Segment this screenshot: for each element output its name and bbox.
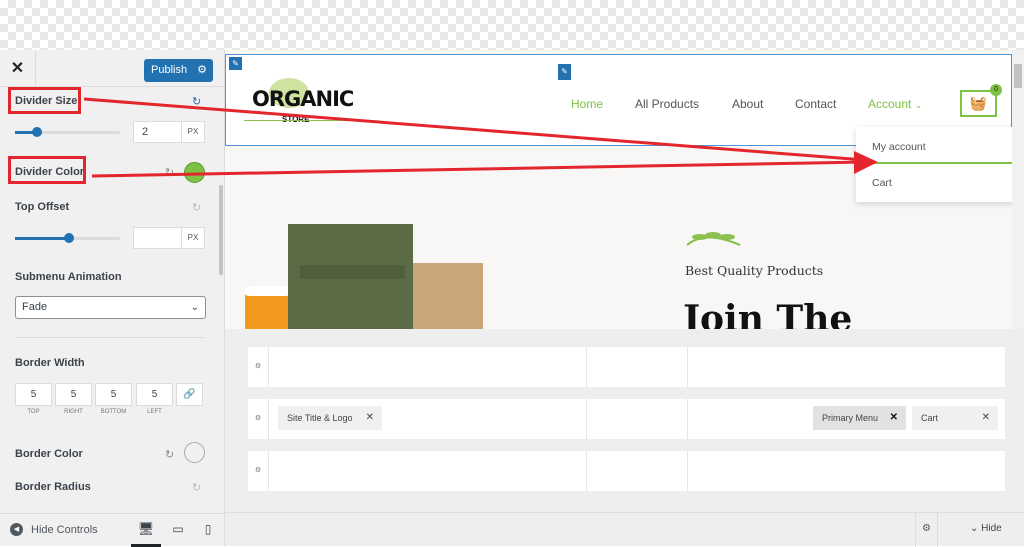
desktop-icon[interactable]: 🖥 (131, 514, 161, 547)
chip-site-title-logo[interactable]: Site Title & Logo ✕ (278, 406, 382, 430)
side-label: LEFT (147, 409, 162, 415)
nav-account[interactable]: Account ⌄ (868, 97, 922, 111)
cart-button[interactable]: 🧺 0 (960, 84, 1002, 117)
chip-label: Primary Menu (822, 413, 879, 423)
chip-cart[interactable]: Cart ✕ (912, 406, 998, 430)
edit-pencil-icon[interactable]: ✎ (558, 64, 571, 80)
mobile-icon[interactable]: ▯ (198, 514, 218, 547)
builder-footer: ⚙ ⌄ Hide (225, 512, 1024, 547)
reset-icon[interactable]: ↻ (192, 201, 201, 214)
publish-label: Publish (151, 64, 188, 76)
submenu-cart[interactable]: Cart (872, 177, 892, 189)
border-right-input[interactable]: 5 (55, 383, 92, 406)
border-width-label: Border Width (15, 357, 85, 369)
chevron-down-icon: ⌄ (914, 100, 923, 110)
top-offset-input[interactable]: PX (133, 227, 205, 249)
close-button[interactable]: ✕ (0, 50, 36, 87)
side-label: BOTTOM (100, 409, 127, 415)
unit-label: PX (181, 122, 204, 142)
nav-contact[interactable]: Contact (795, 97, 836, 111)
gear-icon[interactable]: ⚙ (197, 59, 207, 82)
divider-color-swatch[interactable] (184, 162, 205, 183)
preview-scrollbar[interactable] (1012, 50, 1024, 329)
submenu-my-account[interactable]: My account (872, 141, 926, 153)
customizer-sidebar: ✕ Publish ⚙ Divider Size ↻ 2 PX Divider Co… (0, 50, 225, 547)
hide-builder-button[interactable]: ⌄ Hide (970, 523, 1002, 534)
builder-row-main: ⚙ Site Title & Logo ✕ Primary Menu ✕ Cart ✕ (248, 399, 1005, 439)
border-color-swatch[interactable] (184, 442, 205, 463)
row-settings-icon[interactable]: ⚙ (248, 399, 269, 439)
selected-value: Fade (22, 301, 48, 313)
link-icon[interactable]: 🔗 (176, 383, 203, 406)
chevron-down-icon: ⌄ (970, 523, 982, 534)
slider-handle[interactable] (32, 127, 42, 137)
account-submenu: My account Cart (856, 127, 1016, 202)
submenu-divider (856, 162, 1016, 164)
basket-icon: 🧺 (969, 95, 988, 111)
collapse-icon[interactable]: ◀ (10, 523, 23, 536)
remove-icon[interactable]: ✕ (890, 406, 898, 430)
border-left-input[interactable]: 5 (136, 383, 173, 406)
submenu-animation-select[interactable]: Fade ⌄ (15, 296, 206, 319)
builder-row-top: ⚙ (248, 347, 1005, 387)
divider (15, 337, 205, 338)
logo-text: ORGANIC (252, 87, 354, 111)
divider-size-label: Divider Size (15, 95, 78, 107)
transparent-background (0, 0, 1024, 50)
builder-row-bottom: ⚙ (248, 451, 1005, 491)
divider-size-input[interactable]: 2 PX (133, 121, 205, 143)
top-offset-slider[interactable] (15, 233, 120, 243)
side-label: RIGHT (64, 409, 83, 415)
header-builder: ⚙ ⚙ Site Title & Logo ✕ Primary Menu ✕ Car… (225, 329, 1024, 512)
hero-product-image (245, 224, 483, 329)
reset-icon[interactable]: ↻ (192, 95, 201, 108)
row-settings-icon[interactable]: ⚙ (248, 347, 269, 387)
sidebar-header: ✕ Publish ⚙ (0, 50, 225, 87)
border-bottom-input[interactable]: 5 (95, 383, 132, 406)
side-label: TOP (27, 409, 40, 415)
border-top-input[interactable]: 5 (15, 383, 52, 406)
edit-pencil-icon[interactable]: ✎ (229, 57, 242, 70)
reset-icon[interactable]: ↻ (165, 448, 174, 461)
top-offset-label: Top Offset (15, 201, 70, 213)
chip-label: Site Title & Logo (287, 413, 353, 423)
unit-label: PX (181, 228, 204, 248)
logo-underline (244, 120, 349, 121)
nav-about[interactable]: About (732, 97, 763, 111)
hero-title: Join The (683, 298, 853, 329)
divider-color-label: Divider Color (15, 166, 85, 178)
builder-settings-icon[interactable]: ⚙ (915, 513, 938, 547)
hide-controls-button[interactable]: Hide Controls (31, 524, 98, 536)
nav-all-products[interactable]: All Products (635, 97, 699, 111)
reset-icon[interactable]: ↻ (192, 481, 201, 494)
sidebar-scrollbar[interactable] (219, 185, 223, 275)
leaf-icon (686, 232, 741, 246)
divider-size-value: 2 (142, 126, 149, 138)
remove-icon[interactable]: ✕ (366, 406, 374, 430)
nav-account-label: Account (868, 97, 912, 111)
remove-icon[interactable]: ✕ (982, 406, 990, 430)
publish-button[interactable]: Publish ⚙ (144, 59, 213, 82)
site-logo[interactable]: ORGANIC STORE (244, 73, 354, 128)
sidebar-footer: ◀ Hide Controls 🖥 ▭ ▯ (0, 513, 225, 547)
hero-subtitle: Best Quality Products (685, 263, 824, 278)
hide-label: Hide (981, 523, 1002, 534)
site-preview: ✎ ✎ ORGANIC STORE Home All Products Abou… (225, 50, 1024, 329)
reset-icon[interactable]: ↻ (165, 166, 174, 179)
slider-handle[interactable] (64, 233, 74, 243)
border-radius-label: Border Radius (15, 481, 91, 493)
submenu-animation-label: Submenu Animation (15, 271, 122, 283)
cart-count-badge: 0 (990, 84, 1002, 96)
chip-primary-menu[interactable]: Primary Menu ✕ (813, 406, 906, 430)
divider-size-slider[interactable] (15, 127, 120, 137)
row-settings-icon[interactable]: ⚙ (248, 451, 269, 491)
nav-home[interactable]: Home (571, 97, 603, 111)
border-color-label: Border Color (15, 448, 83, 460)
tablet-icon[interactable]: ▭ (168, 514, 188, 547)
chip-label: Cart (921, 413, 939, 423)
chevron-down-icon: ⌄ (190, 302, 199, 313)
